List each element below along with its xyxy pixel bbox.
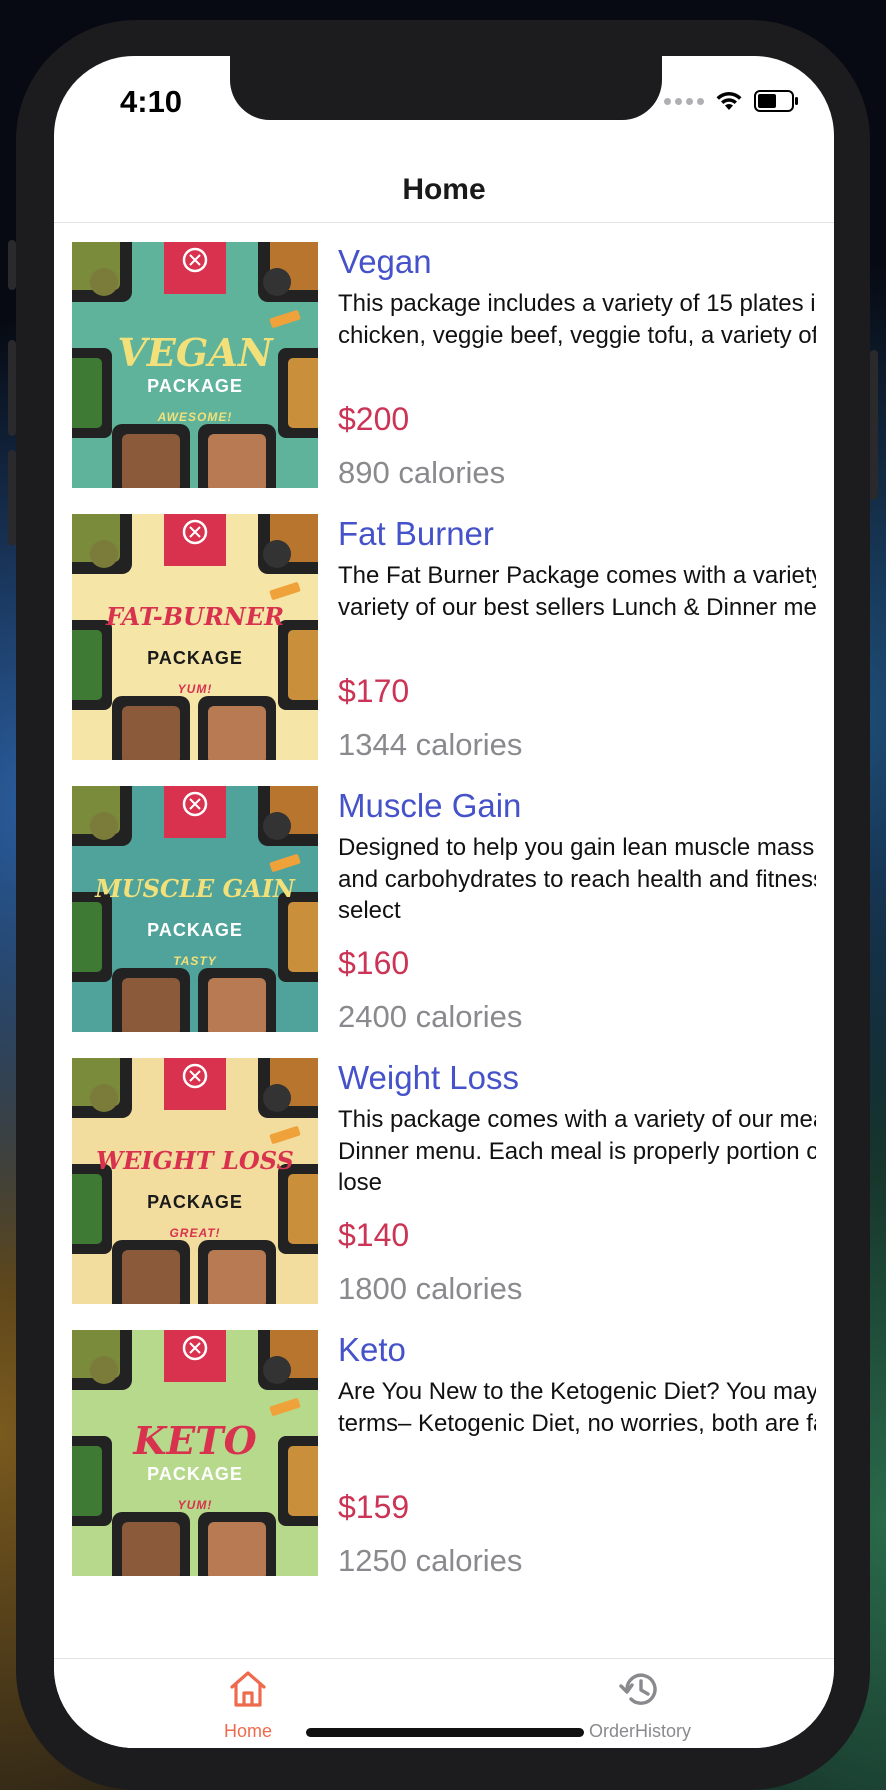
package-description: This package comes with a variety of our… bbox=[338, 1106, 816, 1196]
thumbnail-accent-text: GREAT! bbox=[169, 1226, 221, 1240]
thumbnail-package-text: PACKAGE bbox=[147, 648, 243, 668]
package-info: Keto Are You New to the Ketogenic Diet? … bbox=[338, 1330, 816, 1581]
package-thumbnail: VEGAN PACKAGE AWESOME! bbox=[72, 242, 318, 488]
thumbnail-script-text: VEGAN bbox=[117, 330, 273, 375]
status-icons bbox=[664, 90, 800, 112]
cellular-signal-icon bbox=[664, 97, 704, 105]
package-price: $160 bbox=[338, 945, 410, 981]
package-calories: 1800 calories bbox=[338, 1271, 523, 1306]
history-icon bbox=[619, 1673, 657, 1705]
package-info: Fat Burner The Fat Burner Package comes … bbox=[338, 514, 816, 765]
package-list[interactable]: VEGAN PACKAGE AWESOME! Vegan This packag… bbox=[54, 224, 834, 1656]
package-title: Keto bbox=[338, 1331, 406, 1368]
home-icon bbox=[230, 1671, 266, 1707]
package-thumbnail: WEIGHT LOSS PACKAGE GREAT! bbox=[72, 1058, 318, 1304]
volume-up-button bbox=[8, 340, 16, 436]
package-title: Fat Burner bbox=[338, 515, 494, 552]
package-price: $140 bbox=[338, 1217, 410, 1253]
wifi-icon bbox=[716, 91, 742, 110]
package-thumbnail: MUSCLE GAIN PACKAGE TASTY bbox=[72, 786, 318, 1032]
package-description: The Fat Burner Package comes with a vari… bbox=[338, 562, 816, 621]
package-description: This package includes a variety of 15 pl… bbox=[338, 290, 816, 349]
package-thumbnail: KETO PACKAGE YUM! bbox=[72, 1330, 318, 1576]
home-indicator bbox=[306, 1728, 584, 1737]
package-list-item[interactable]: MUSCLE GAIN PACKAGE TASTY Muscle Gain De… bbox=[72, 786, 834, 1034]
package-info: Weight Loss This package comes with a va… bbox=[338, 1058, 816, 1309]
thumbnail-package-text: PACKAGE bbox=[147, 376, 243, 396]
status-time: 4:10 bbox=[120, 84, 183, 119]
thumbnail-package-text: PACKAGE bbox=[147, 920, 243, 940]
package-title: Weight Loss bbox=[338, 1059, 519, 1096]
silent-switch bbox=[8, 240, 16, 290]
package-title: Vegan bbox=[338, 243, 432, 280]
navigation-header: Home bbox=[54, 158, 834, 223]
thumbnail-script-text: WEIGHT LOSS bbox=[96, 1146, 294, 1175]
thumbnail-script-text: FAT-BURNER bbox=[105, 602, 285, 631]
power-button bbox=[870, 350, 878, 500]
package-list-item[interactable]: WEIGHT LOSS PACKAGE GREAT! Weight Loss T… bbox=[72, 1058, 834, 1306]
package-info: Muscle Gain Designed to help you gain le… bbox=[338, 786, 816, 1037]
package-thumbnail: FAT-BURNER PACKAGE YUM! bbox=[72, 514, 318, 760]
notch bbox=[230, 56, 662, 120]
thumbnail-script-text: MUSCLE GAIN bbox=[95, 874, 295, 903]
thumbnail-package-text: PACKAGE bbox=[147, 1192, 243, 1212]
app-screen: 4:10 Home VEGAN PACKAGE AWESOME! Vegan T… bbox=[54, 56, 834, 1748]
thumbnail-accent-text: AWESOME! bbox=[157, 410, 233, 424]
thumbnail-script-text: KETO bbox=[133, 1418, 257, 1463]
page-title: Home bbox=[402, 173, 486, 206]
package-list-item[interactable]: FAT-BURNER PACKAGE YUM! Fat Burner The F… bbox=[72, 514, 834, 762]
package-description: Designed to help you gain lean muscle ma… bbox=[338, 834, 816, 924]
package-info: Vegan This package includes a variety of… bbox=[338, 242, 816, 493]
thumbnail-accent-text: YUM! bbox=[177, 682, 213, 696]
package-price: $170 bbox=[338, 673, 410, 709]
package-list-item[interactable]: KETO PACKAGE YUM! Keto Are You New to th… bbox=[72, 1330, 834, 1578]
thumbnail-accent-text: YUM! bbox=[177, 1498, 213, 1512]
package-calories: 1250 calories bbox=[338, 1543, 523, 1578]
package-description: Are You New to the Ketogenic Diet? You m… bbox=[338, 1378, 816, 1437]
package-calories: 2400 calories bbox=[338, 999, 523, 1034]
thumbnail-package-text: PACKAGE bbox=[147, 1464, 243, 1484]
thumbnail-accent-text: TASTY bbox=[173, 954, 217, 968]
package-price: $200 bbox=[338, 401, 410, 437]
package-calories: 1344 calories bbox=[338, 727, 523, 762]
battery-icon bbox=[754, 90, 798, 112]
package-list-item[interactable]: VEGAN PACKAGE AWESOME! Vegan This packag… bbox=[72, 242, 834, 490]
package-price: $159 bbox=[338, 1489, 410, 1525]
package-calories: 890 calories bbox=[338, 455, 506, 490]
volume-down-button bbox=[8, 450, 16, 546]
package-title: Muscle Gain bbox=[338, 787, 522, 824]
